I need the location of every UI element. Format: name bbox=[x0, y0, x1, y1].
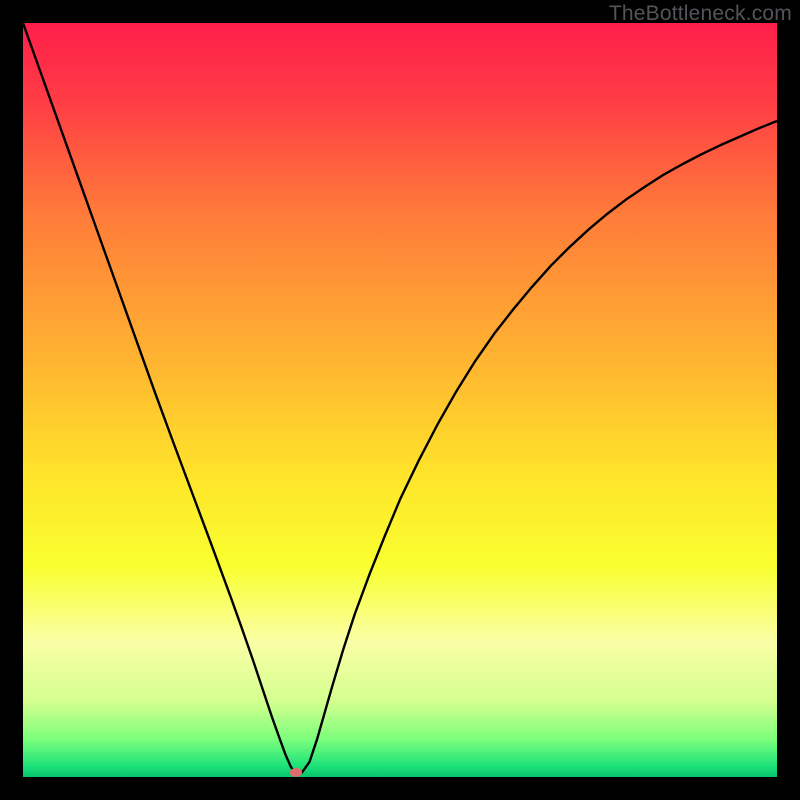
chart-frame bbox=[23, 23, 777, 777]
optimum-marker bbox=[290, 768, 302, 777]
chart-background bbox=[23, 23, 777, 777]
bottleneck-chart bbox=[23, 23, 777, 777]
